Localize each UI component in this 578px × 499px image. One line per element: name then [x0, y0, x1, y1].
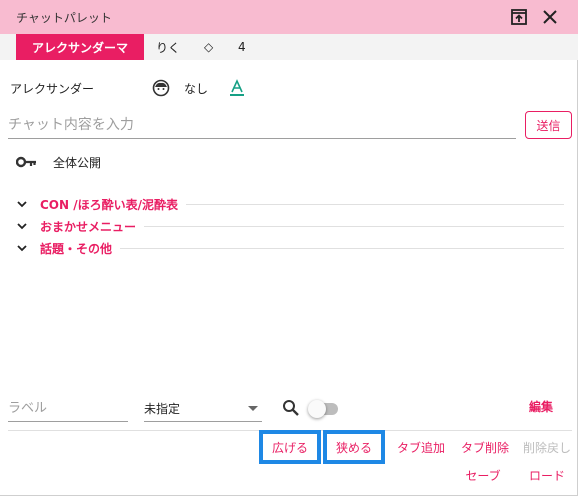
chevron-down-icon: [16, 220, 28, 232]
tab-4[interactable]: 4: [238, 34, 246, 60]
dropdown-arrow-icon: [248, 406, 258, 411]
chevron-down-icon: [16, 198, 28, 210]
toggle-knob: [308, 400, 326, 418]
chat-palette-window: チャットパレット アレクサンダーマ りく ◇ 4 アレクサンダー なし チャット…: [0, 0, 578, 496]
tab-alexandermar[interactable]: アレクサンダーマ: [16, 34, 144, 60]
window-title: チャットパレット: [16, 11, 112, 25]
undo-delete-button[interactable]: 削除戻し: [520, 433, 574, 461]
search-icon[interactable]: [282, 399, 300, 417]
tab-diamond[interactable]: ◇: [204, 34, 213, 60]
section-topics-other[interactable]: 話題・その他: [16, 239, 564, 257]
section-con-table[interactable]: CON /ほろ酔い表/泥酔表: [16, 195, 564, 213]
section-label: CON /ほろ酔い表/泥酔表: [40, 197, 178, 212]
character-name[interactable]: アレクサンダー: [10, 78, 94, 98]
face-label[interactable]: なし: [184, 78, 208, 98]
text-color-icon[interactable]: [229, 78, 245, 98]
face-icon[interactable]: [152, 78, 170, 98]
add-tab-button[interactable]: タブ追加: [392, 433, 450, 461]
section-omakase-menu[interactable]: おまかせメニュー: [16, 217, 564, 235]
send-button[interactable]: 送信: [525, 111, 572, 139]
label-input[interactable]: [8, 396, 128, 422]
divider: [144, 225, 564, 227]
tab-bar: アレクサンダーマ りく ◇ 4: [0, 34, 578, 60]
popout-icon[interactable]: [509, 7, 529, 27]
save-button[interactable]: セーブ: [460, 461, 506, 489]
filter-toggle[interactable]: [308, 400, 338, 418]
widen-button[interactable]: 広げる: [259, 430, 321, 464]
key-icon[interactable]: [16, 152, 38, 172]
edit-button[interactable]: 編集: [521, 396, 561, 416]
chat-input[interactable]: [8, 112, 516, 139]
chevron-down-icon: [16, 242, 28, 254]
title-bar[interactable]: チャットパレット: [0, 0, 578, 34]
close-icon[interactable]: [540, 7, 560, 27]
tab-riku[interactable]: りく: [156, 34, 180, 60]
visibility-label[interactable]: 全体公開: [53, 152, 101, 172]
select-value: 未指定: [144, 402, 181, 416]
label-select[interactable]: 未指定: [144, 396, 262, 422]
divider: [186, 203, 564, 205]
divider: [120, 247, 564, 249]
load-button[interactable]: ロード: [524, 461, 570, 489]
delete-tab-button[interactable]: タブ削除: [456, 433, 514, 461]
narrow-button[interactable]: 狭める: [323, 430, 385, 464]
section-label: 話題・その他: [40, 241, 113, 256]
section-label: おまかせメニュー: [40, 219, 137, 234]
